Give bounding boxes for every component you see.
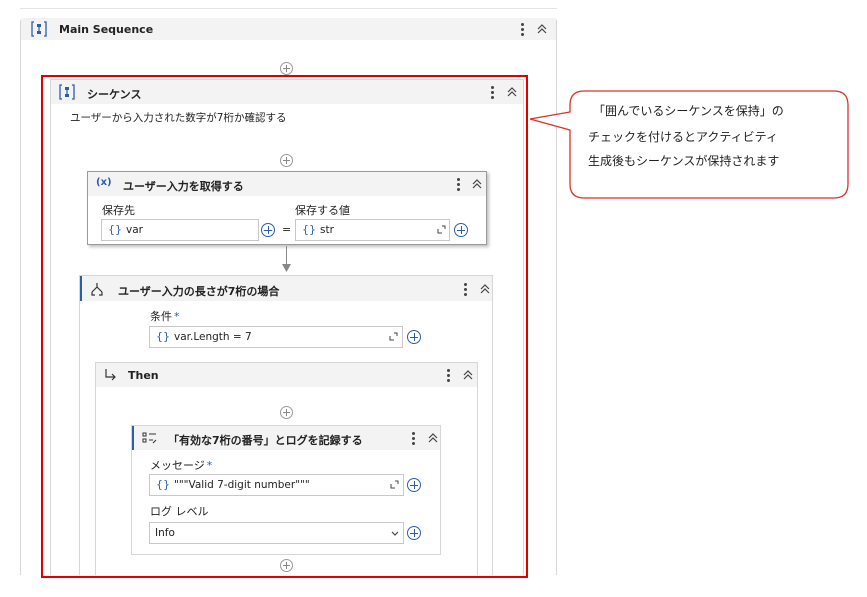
value-value: str — [320, 224, 334, 236]
collapse-icon[interactable] — [536, 23, 548, 35]
expression-icon: {} — [302, 223, 316, 236]
collapse-icon[interactable] — [479, 283, 491, 295]
add-variable-button[interactable] — [407, 526, 421, 540]
main-sequence-title: Main Sequence — [59, 23, 154, 36]
callout-text-line-3: 生成後もシーケンスが保持されます — [588, 154, 780, 168]
get-user-input-header[interactable]: (x) ユーザー入力を取得する — [88, 172, 486, 196]
expression-icon: {} — [156, 330, 170, 343]
connector-arrow-icon — [282, 264, 291, 272]
add-activity-button[interactable] — [280, 154, 293, 167]
save-to-label: 保存先 — [102, 204, 135, 217]
add-variable-button[interactable] — [407, 478, 421, 492]
value-field[interactable]: {} str — [295, 219, 450, 241]
log-message-icon — [142, 432, 157, 444]
log-level-select[interactable]: Info — [149, 522, 404, 544]
sequence-icon — [31, 21, 47, 37]
if-header[interactable]: ユーザー入力の長さが7桁の場合 — [80, 276, 492, 301]
get-user-input-title: ユーザー入力を取得する — [123, 180, 244, 193]
collapse-icon[interactable] — [471, 178, 483, 190]
callout-text-line-2: チェックを付けるとアクティビティ — [588, 130, 778, 144]
connector-line — [286, 246, 287, 266]
log-message-card: 「有効な7桁の番号」とログを記録する メッセージ * {} """Valid 7-… — [131, 425, 441, 555]
add-activity-button[interactable] — [280, 62, 293, 75]
get-user-input-card: (x) ユーザー入力を取得する 保存先 保存する値 {} var = {} st… — [87, 171, 487, 245]
more-options-icon[interactable] — [460, 281, 470, 297]
expression-icon: {} — [108, 223, 122, 236]
equals-sign: = — [282, 223, 292, 236]
message-value: """Valid 7-digit number""" — [174, 479, 310, 491]
expression-icon: {} — [156, 478, 170, 491]
add-variable-button[interactable] — [454, 223, 468, 237]
top-divider — [20, 8, 557, 9]
expand-icon[interactable] — [437, 225, 446, 234]
variable-icon: (x) — [96, 177, 112, 188]
message-label: メッセージ * — [150, 459, 213, 472]
left-edge-line — [20, 20, 21, 575]
collapse-icon[interactable] — [506, 86, 518, 98]
sequence-header[interactable]: シーケンス — [51, 80, 523, 104]
more-options-icon[interactable] — [453, 176, 463, 192]
log-level-label: ログ レベル — [150, 505, 209, 518]
sequence-title: シーケンス — [87, 88, 142, 101]
add-activity-button[interactable] — [280, 559, 293, 572]
condition-label: 条件 * — [150, 310, 180, 323]
if-branch-icon — [91, 283, 103, 296]
collapse-icon[interactable] — [462, 369, 474, 381]
sequence-annotation: ユーザーから入力された数字が7桁か確認する — [70, 112, 287, 124]
log-message-header[interactable]: 「有効な7桁の番号」とログを記録する — [132, 426, 440, 450]
sequence-icon — [59, 84, 75, 100]
add-activity-button[interactable] — [280, 406, 293, 419]
expand-icon[interactable] — [390, 480, 399, 489]
main-sequence-header[interactable]: Main Sequence — [21, 18, 556, 40]
more-options-icon[interactable] — [443, 367, 453, 383]
condition-value: var.Length = 7 — [174, 331, 252, 343]
log-level-value: Info — [155, 527, 175, 539]
more-options-icon[interactable] — [487, 84, 497, 100]
condition-field[interactable]: {} var.Length = 7 — [149, 326, 403, 348]
then-header[interactable]: Then — [96, 363, 477, 387]
more-options-icon[interactable] — [408, 430, 418, 446]
more-options-icon[interactable] — [517, 21, 527, 37]
value-label: 保存する値 — [295, 204, 350, 217]
chevron-down-icon — [391, 531, 399, 536]
expand-icon[interactable] — [389, 332, 398, 341]
save-to-value: var — [126, 224, 143, 236]
then-arrow-icon — [105, 369, 116, 381]
add-variable-button[interactable] — [407, 330, 421, 344]
message-field[interactable]: {} """Valid 7-digit number""" — [149, 474, 404, 496]
save-to-field[interactable]: {} var — [101, 219, 259, 241]
log-message-title: 「有効な7桁の番号」とログを記録する — [168, 434, 363, 447]
if-title: ユーザー入力の長さが7桁の場合 — [118, 285, 280, 298]
add-variable-button[interactable] — [261, 223, 275, 237]
callout-text-line-1: 「囲んでいるシーケンスを保持」の — [593, 104, 784, 118]
then-title: Then — [128, 369, 159, 382]
collapse-icon[interactable] — [427, 432, 439, 444]
